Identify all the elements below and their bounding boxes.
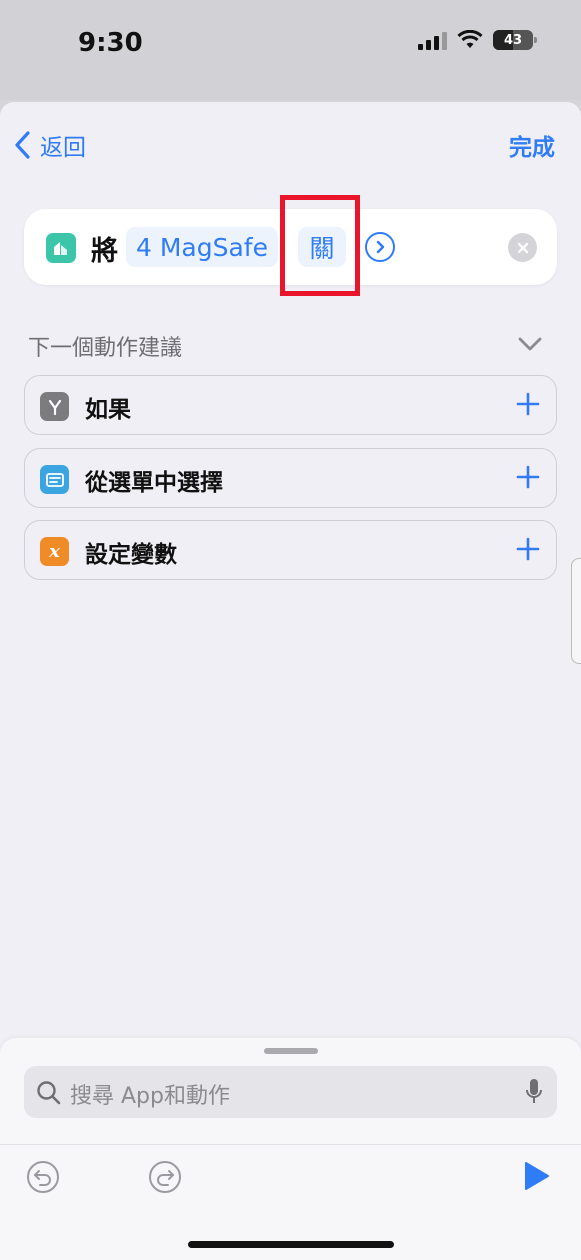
home-indicator: [188, 1241, 394, 1248]
remove-action-button[interactable]: [508, 233, 537, 262]
action-search-panel: 搜尋 App和動作: [0, 1038, 581, 1260]
suggestion-label: 設定變數: [85, 542, 177, 568]
action-verb: 將: [91, 236, 118, 267]
undo-icon[interactable]: [26, 1160, 60, 1194]
battery-level: 43: [503, 32, 523, 48]
plus-icon[interactable]: [514, 390, 542, 418]
suggestion-label: 如果: [85, 397, 131, 423]
close-icon: [517, 242, 528, 253]
wifi-icon: [457, 30, 483, 48]
variable-icon: x: [40, 537, 69, 566]
search-input[interactable]: 搜尋 App和動作: [24, 1066, 557, 1118]
redo-icon[interactable]: [148, 1160, 182, 1194]
menu-icon: [40, 465, 69, 494]
done-button[interactable]: 完成: [509, 128, 555, 162]
suggestion-item-choose-from-menu[interactable]: 從選單中選擇: [24, 448, 557, 508]
sheet-grabber[interactable]: [264, 1048, 318, 1054]
plus-icon[interactable]: [514, 535, 542, 563]
search-icon: [37, 1081, 61, 1105]
side-drag-handle[interactable]: [571, 558, 581, 664]
microphone-icon[interactable]: [525, 1078, 543, 1106]
suggestion-item-if[interactable]: 如果: [24, 375, 557, 435]
suggestion-label: 從選單中選擇: [85, 470, 223, 496]
battery-icon: 43: [493, 30, 537, 50]
status-icons: 43: [418, 30, 537, 50]
divider: [0, 1144, 581, 1145]
chevron-down-icon[interactable]: [517, 336, 543, 352]
status-bar: 9:30 43: [0, 0, 581, 100]
status-time: 9:30: [78, 28, 143, 58]
branch-icon: [40, 392, 69, 421]
chevron-left-icon: [15, 131, 30, 159]
play-icon[interactable]: [523, 1160, 551, 1192]
suggestion-item-set-variable[interactable]: x 設定變數: [24, 520, 557, 580]
chevron-right-circle-icon[interactable]: [365, 232, 395, 262]
signal-icon: [418, 30, 447, 50]
search-placeholder: 搜尋 App和動作: [70, 1084, 230, 1109]
device-parameter[interactable]: 4 MagSafe: [126, 227, 278, 267]
highlight-annotation: [280, 195, 360, 296]
home-app-icon: [46, 233, 76, 263]
back-label: 返回: [40, 135, 86, 161]
suggestions-title: 下一個動作建議: [28, 336, 183, 361]
plus-icon[interactable]: [514, 463, 542, 491]
back-button[interactable]: 返回: [12, 128, 86, 162]
